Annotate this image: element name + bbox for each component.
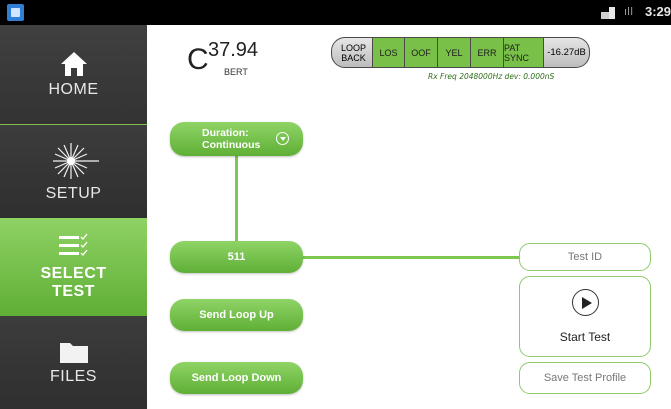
start-test-button[interactable]: Start Test [519, 276, 651, 357]
rx-frequency-info: Rx Freq 2048000Hz dev: 0.000nS [428, 72, 555, 81]
test-id-button[interactable]: Test ID [519, 243, 651, 271]
start-test-label: Start Test [559, 330, 611, 344]
laser-burst-icon [52, 142, 99, 179]
sidebar-item-label: SELECT TEST [40, 265, 107, 300]
save-test-profile-button[interactable]: Save Test Profile [519, 362, 651, 394]
folder-icon [59, 342, 88, 363]
home-icon [60, 51, 87, 76]
status-time: 3:29 [645, 4, 671, 19]
send-loop-up-button[interactable]: Send Loop Up [170, 299, 303, 331]
sidebar-item-label: FILES [50, 367, 97, 385]
alarm-yel: YEL [438, 37, 471, 68]
duration-dropdown[interactable]: Duration: Continuous [170, 122, 303, 156]
alarm-oof: OOF [405, 37, 438, 68]
temp-unit: BERT [224, 67, 248, 77]
temp-value: 37.94 [208, 39, 259, 61]
sidebar-item-select-test[interactable]: SELECT TEST [0, 218, 147, 316]
send-loop-down-button[interactable]: Send Loop Down [170, 362, 303, 394]
cell-bars-icon: ıll [624, 5, 634, 18]
alarm-level: -16.27dB [544, 37, 590, 68]
app-icon [7, 4, 24, 21]
sim-signal-icon [601, 7, 615, 19]
alarm-err: ERR [471, 37, 504, 68]
alarm-bar: LOOP BACK LOS OOF YEL ERR PAT SYNC -16.2… [331, 37, 590, 68]
alarm-pat-sync: PAT SYNC [504, 37, 544, 68]
alarm-loopback: LOOP BACK [331, 37, 373, 68]
checklist-icon [58, 233, 88, 256]
duration-value: Continuous [202, 139, 261, 151]
main-panel: C 37.94 BERT LOOP BACK LOS OOF YEL ERR P… [147, 25, 671, 409]
status-bar: ıll 3:29 [0, 0, 671, 25]
connector-line [303, 256, 519, 259]
alarm-los: LOS [373, 37, 405, 68]
sidebar-item-label: HOME [48, 80, 99, 98]
chevron-down-icon [276, 132, 289, 145]
sidebar-item-home[interactable]: HOME [0, 25, 147, 125]
sidebar-item-setup[interactable]: SETUP [0, 125, 147, 218]
connector-line [235, 156, 238, 241]
sidebar: HOME SETUP SELECT TEST FILES [0, 25, 147, 409]
pattern-button[interactable]: 511 [170, 241, 303, 273]
play-icon [571, 289, 599, 316]
duration-label: Duration: [202, 127, 249, 139]
sidebar-item-label: SETUP [45, 184, 102, 202]
temp-symbol: C [187, 43, 209, 76]
sidebar-item-files[interactable]: FILES [0, 316, 147, 409]
